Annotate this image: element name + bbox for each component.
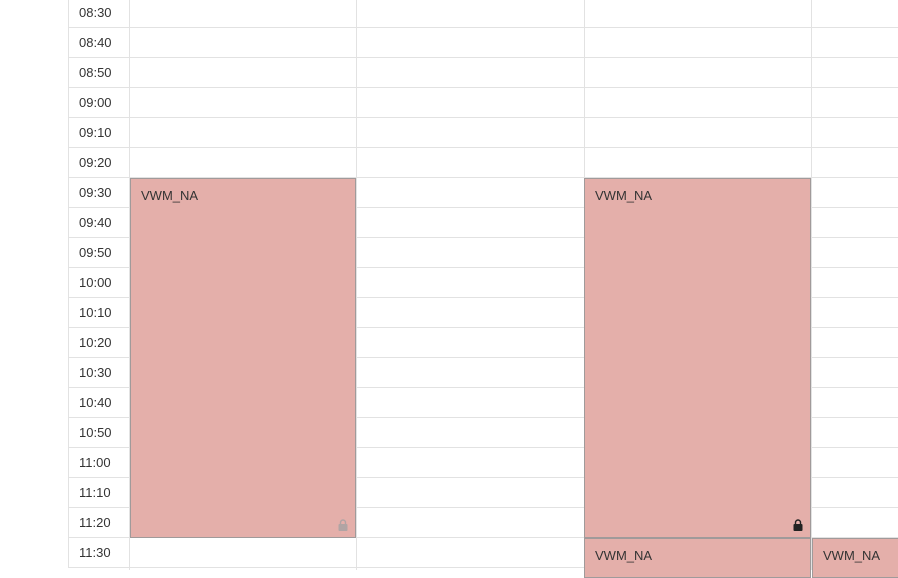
time-label: 09:30: [68, 178, 129, 208]
time-label: 08:50: [68, 58, 129, 88]
time-label: 10:50: [68, 418, 129, 448]
time-label: 10:20: [68, 328, 129, 358]
grid-column-line: [811, 0, 812, 570]
event-title: VWM_NA: [141, 188, 199, 203]
time-label: 11:00: [68, 448, 129, 478]
grid-column-line: [356, 0, 357, 570]
time-label: 10:00: [68, 268, 129, 298]
time-label: 08:40: [68, 28, 129, 58]
event-title: VWM_NA: [823, 548, 881, 563]
time-label: 09:00: [68, 88, 129, 118]
time-label: 10:30: [68, 358, 129, 388]
time-label: 10:40: [68, 388, 129, 418]
calendar-event[interactable]: VWM_NA: [130, 178, 356, 538]
grid-row-line: [68, 117, 898, 118]
time-label: 08:30: [68, 0, 129, 28]
grid-row-line: [68, 27, 898, 28]
calendar-event[interactable]: VWM_NA: [584, 178, 811, 538]
calendar-event[interactable]: VWM_NA: [812, 538, 898, 578]
grid-row-line: [68, 147, 898, 148]
event-title: VWM_NA: [595, 548, 653, 563]
grid-row-line: [68, 87, 898, 88]
event-title: VWM_NA: [595, 188, 653, 203]
calendar-event[interactable]: VWM_NA: [584, 538, 811, 578]
time-label: 11:20: [68, 508, 129, 538]
grid-row-line: [68, 57, 898, 58]
time-label: 10:10: [68, 298, 129, 328]
lock-icon: [338, 519, 348, 531]
time-label: 11:30: [68, 538, 129, 568]
time-label: 09:20: [68, 148, 129, 178]
lock-icon: [793, 519, 803, 531]
calendar-grid: 08:30 08:40 08:50 09:00 09:10 09:20 09:3…: [0, 0, 898, 578]
time-label: 09:50: [68, 238, 129, 268]
time-label: 09:10: [68, 118, 129, 148]
time-label: 11:10: [68, 478, 129, 508]
time-label: 09:40: [68, 208, 129, 238]
